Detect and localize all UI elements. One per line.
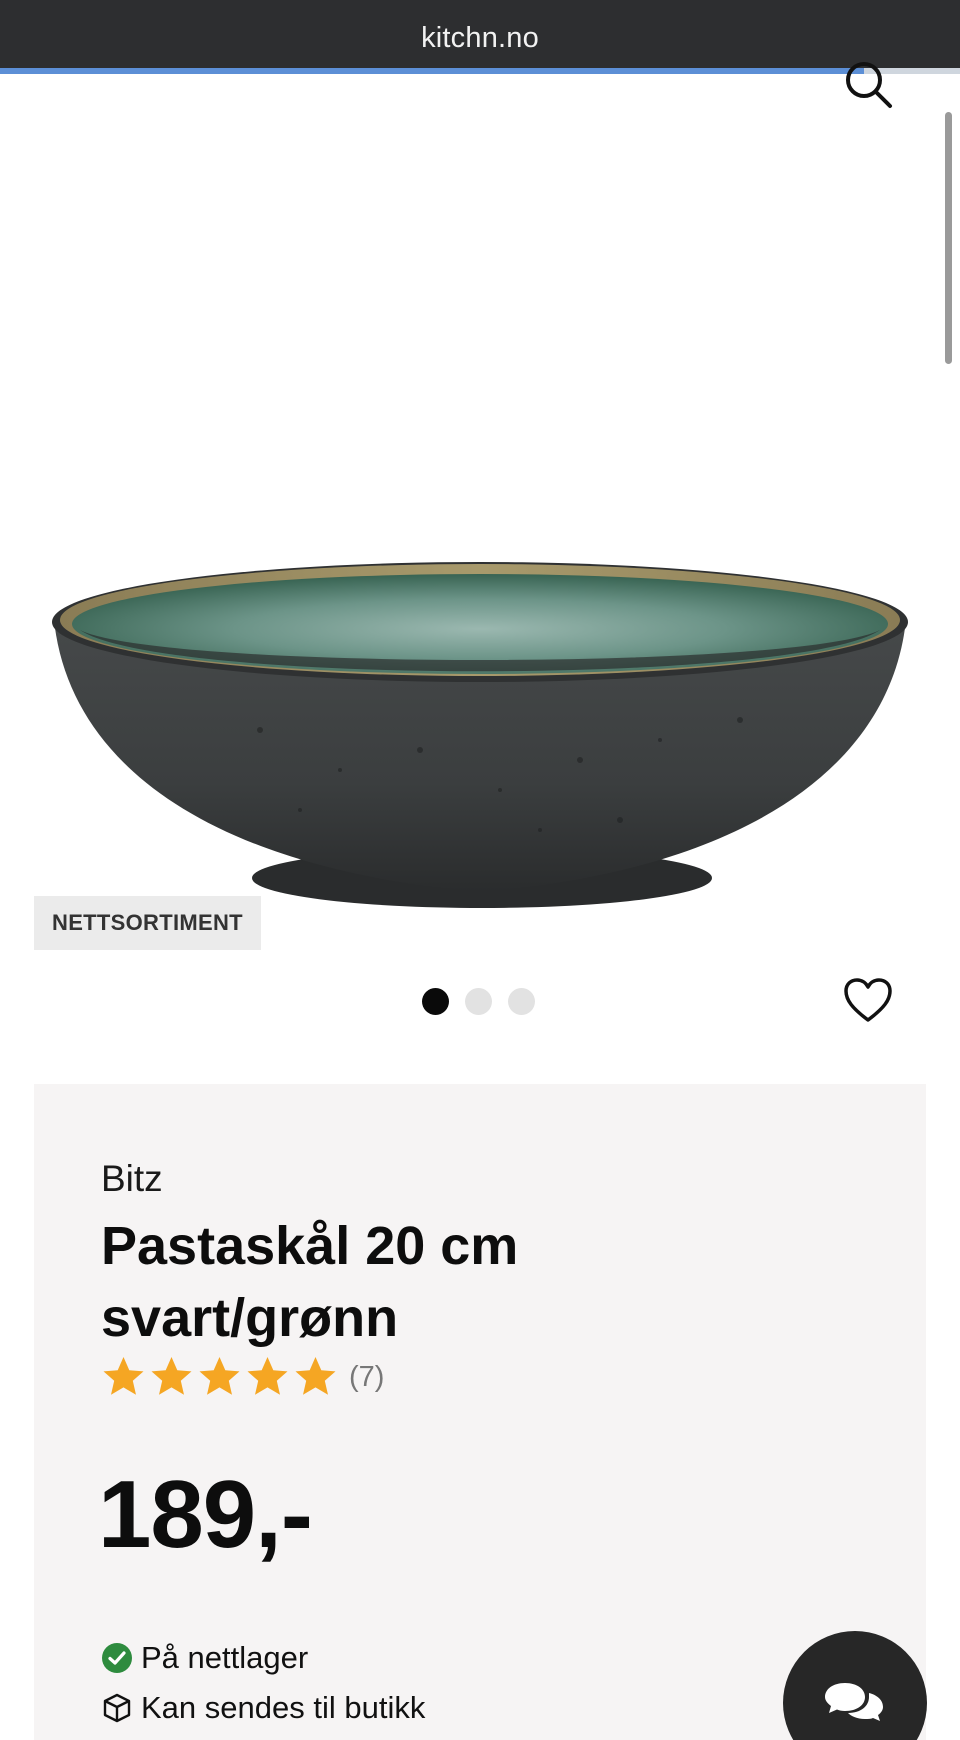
page-load-progress — [0, 68, 960, 74]
carousel-dot[interactable] — [508, 988, 535, 1015]
product-rating[interactable]: (7) — [101, 1355, 384, 1399]
stock-status: På nettlager — [101, 1640, 308, 1676]
check-circle-icon — [102, 1643, 132, 1673]
star-icon — [199, 1357, 240, 1395]
rating-count[interactable]: (7) — [349, 1361, 384, 1394]
browser-address-bar[interactable]: kitchn.no — [0, 0, 960, 72]
product-brand[interactable]: Bitz — [101, 1158, 163, 1200]
url-text[interactable]: kitchn.no — [0, 22, 960, 55]
shipping-status: Kan sendes til butikk — [101, 1690, 425, 1726]
star-icon — [247, 1357, 288, 1395]
box-icon — [103, 1693, 131, 1723]
product-image-bowl[interactable] — [40, 520, 920, 920]
search-icon[interactable] — [840, 56, 896, 112]
scrollbar[interactable] — [945, 112, 952, 364]
product-title: Pastaskål 20 cm svart/grønn — [101, 1216, 519, 1348]
product-price: 189,- — [98, 1461, 313, 1568]
chat-bubbles-icon — [825, 1683, 883, 1721]
heart-icon[interactable] — [842, 976, 894, 1026]
shipping-status-text: Kan sendes til butikk — [141, 1690, 426, 1725]
star-icon — [151, 1357, 192, 1395]
nettsortiment-badge: NETTSORTIMENT — [34, 896, 261, 950]
carousel-dot[interactable] — [422, 988, 449, 1015]
star-icon — [103, 1357, 144, 1395]
star-icon — [295, 1357, 336, 1395]
page-load-progress-fill — [0, 68, 864, 74]
product-page: kitchn.no NETTSORTIMENT Bitz Pastaskål 2… — [0, 0, 960, 1740]
product-info-panel: Bitz Pastaskål 20 cm svart/grønn (7) 189… — [34, 1084, 926, 1740]
carousel-dot[interactable] — [465, 988, 492, 1015]
image-carousel-dots[interactable] — [422, 988, 535, 1015]
stock-status-text: På nettlager — [141, 1640, 309, 1675]
